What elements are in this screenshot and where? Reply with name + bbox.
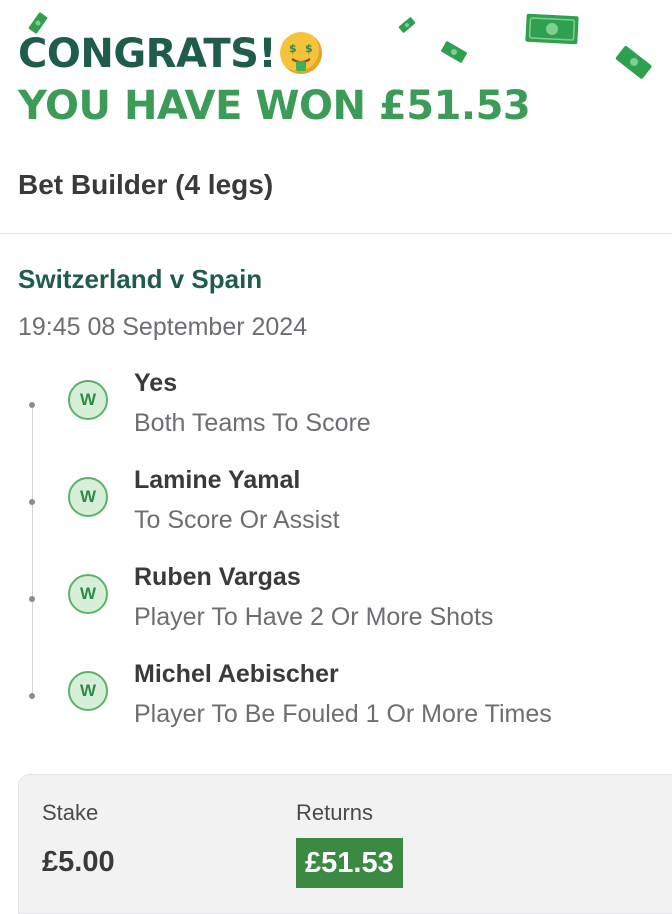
returns-value: £51.53	[296, 838, 403, 888]
bet-leg: W Michel Aebischer Player To Be Fouled 1…	[0, 660, 672, 753]
win-badge-icon: W	[68, 380, 108, 420]
stake-value: £5.00	[42, 846, 115, 878]
win-badge-icon: W	[68, 477, 108, 517]
timeline-dot	[29, 693, 35, 699]
returns-label: Returns	[296, 800, 374, 825]
leg-market: Player To Be Fouled 1 Or More Times	[134, 700, 552, 728]
congrats-heading: CONGRATS!	[18, 31, 277, 77]
money-bill-icon	[440, 41, 468, 63]
bet-leg: W Lamine Yamal To Score Or Assist	[0, 466, 672, 559]
match-title[interactable]: Switzerland v Spain	[18, 262, 262, 296]
bet-type-title: Bet Builder (4 legs)	[18, 169, 274, 200]
leg-market: Player To Have 2 Or More Shots	[134, 603, 494, 631]
money-mouth-face-icon: $ $	[280, 32, 322, 74]
timeline-dot	[29, 499, 35, 505]
bet-leg: W Ruben Vargas Player To Have 2 Or More …	[0, 563, 672, 656]
money-bill-icon	[398, 17, 416, 33]
win-badge-icon: W	[68, 574, 108, 614]
stake-label: Stake	[42, 800, 99, 825]
leg-market: Both Teams To Score	[134, 409, 371, 437]
leg-market: To Score Or Assist	[134, 506, 340, 534]
timeline-dot	[29, 596, 35, 602]
bet-leg: W Yes Both Teams To Score	[0, 369, 672, 462]
leg-selection: Ruben Vargas	[134, 563, 301, 591]
leg-selection: Yes	[134, 369, 178, 397]
leg-selection: Michel Aebischer	[134, 660, 339, 688]
svg-text:$: $	[305, 42, 313, 55]
leg-selection: Lamine Yamal	[134, 466, 301, 494]
svg-text:$: $	[289, 42, 297, 55]
money-bill-icon	[615, 46, 652, 79]
match-datetime: 19:45 08 September 2024	[18, 313, 308, 341]
win-badge-icon: W	[68, 671, 108, 711]
money-bill-icon	[525, 13, 579, 45]
winnings-heading: YOU HAVE WON £51.53	[18, 83, 531, 129]
divider	[0, 233, 672, 234]
timeline-dot	[29, 402, 35, 408]
